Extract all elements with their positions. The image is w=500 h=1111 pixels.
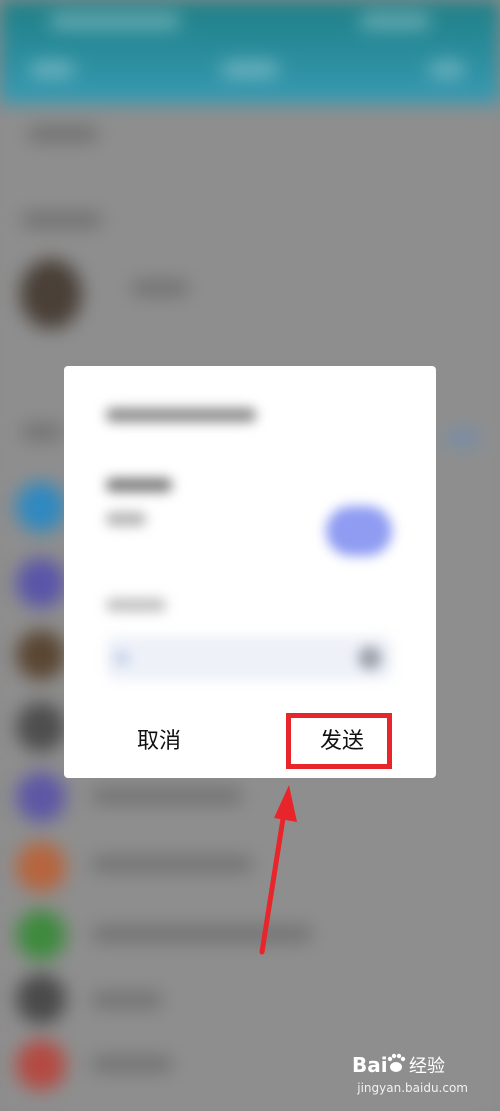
cancel-button[interactable]: 取消 — [104, 706, 214, 778]
highlight-box — [286, 713, 392, 769]
message-input[interactable] — [106, 636, 392, 680]
app-header — [0, 0, 500, 104]
dialog-content-blurred — [64, 366, 436, 706]
baidu-watermark: Bai 经验 jingyan.baidu.com — [352, 1049, 472, 1097]
svg-text:经验: 经验 — [409, 1056, 445, 1077]
watermark-url: jingyan.baidu.com — [357, 1081, 468, 1095]
baidu-logo-icon: Bai 经验 — [352, 1053, 445, 1077]
blurred-pill-button — [326, 506, 392, 556]
svg-text:Bai: Bai — [352, 1053, 388, 1077]
